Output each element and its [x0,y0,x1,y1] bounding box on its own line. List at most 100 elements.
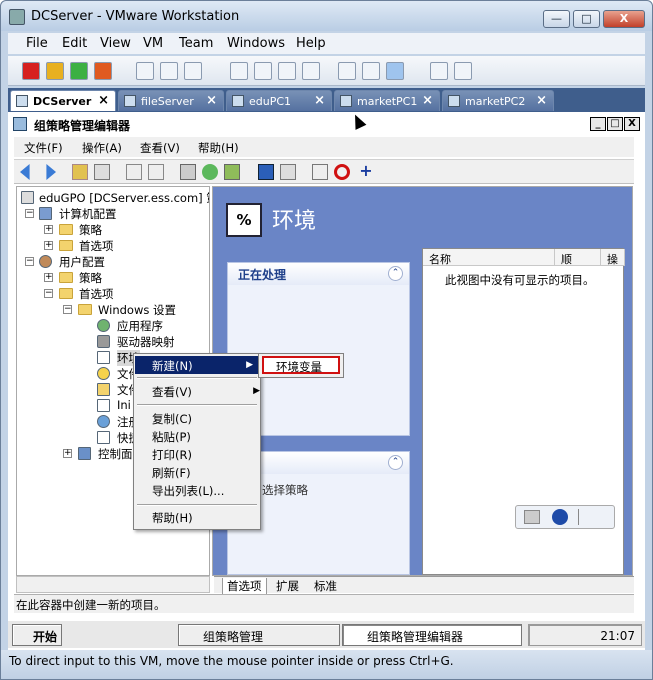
tab-extended[interactable]: 扩展 [276,578,299,594]
tab-standard[interactable]: 标准 [314,578,337,594]
reset-icon[interactable] [94,62,112,80]
up-folder-icon[interactable] [72,164,88,180]
menu-item-paste[interactable]: 粘贴(P) [152,429,191,445]
delete-icon[interactable] [334,164,350,180]
forward-icon[interactable] [46,164,56,180]
snapshot-icon[interactable] [136,62,154,80]
print-icon[interactable] [180,164,196,180]
menu-help[interactable]: Help [296,36,326,51]
taskbar-gpm[interactable]: 组策略管理 [178,624,340,646]
mmc-menu-file[interactable]: 文件(F) [24,140,63,156]
help-circle-icon[interactable] [552,509,568,525]
tree-root[interactable]: eduGPO [DCServer.ess.com] 策 [39,190,209,206]
suspend-icon[interactable] [46,62,64,80]
mmc-minimize-button[interactable]: _ [590,117,606,131]
menu-item-copy[interactable]: 复制(C) [152,411,192,427]
column-action[interactable]: 操 [601,249,625,266]
close-button[interactable]: X [603,10,645,28]
menu-item-help[interactable]: 帮助(H) [152,510,193,526]
tab-dcserver[interactable]: DCServer × [10,90,116,111]
column-order[interactable]: 顺 [555,249,601,266]
collapse-toggle[interactable]: − [63,305,72,314]
menu-item-export[interactable]: 导出列表(L)... [152,483,224,499]
menu-item-refresh[interactable]: 刷新(F) [152,465,191,481]
tab-edupc1[interactable]: eduPC1 × [226,90,332,111]
collapse-up-icon[interactable]: ⌃ [388,266,403,281]
collapse-toggle[interactable]: − [44,289,53,298]
tree-windows-settings[interactable]: Windows 设置 [98,302,176,318]
back-icon[interactable] [20,164,30,180]
menu-item-environment-variable[interactable]: 环境变量 [262,356,340,374]
keyboard-icon[interactable] [524,510,540,524]
new-item-icon[interactable] [312,164,328,180]
copy-icon[interactable] [126,164,142,180]
column-name[interactable]: 名称 [423,249,555,266]
team-icon[interactable] [430,62,448,80]
items-list[interactable]: 名称 顺 操 [422,248,625,575]
expand-toggle[interactable]: + [44,225,53,234]
tab-preferences[interactable]: 首选项 [222,578,267,595]
menu-view[interactable]: View [100,36,131,51]
mmc-menu-action[interactable]: 操作(A) [82,140,122,156]
close-tab-icon[interactable]: × [98,93,109,108]
menu-item-new[interactable]: 新建(N) ▶ [135,356,259,374]
tree-applications[interactable]: 应用程序 [117,318,163,334]
start-button[interactable]: 开始 [12,624,62,646]
menu-vm[interactable]: VM [143,36,163,51]
tree-user-policies[interactable]: 策略 [79,270,102,286]
summary-icon[interactable] [338,62,356,80]
tree-ini-files[interactable]: Ini [117,398,131,412]
title-bar[interactable]: DCServer - VMware Workstation — □ X [1,1,652,31]
tab-fileserver[interactable]: fileServer × [118,90,224,111]
expand-toggle[interactable]: + [44,241,53,250]
tree-user-preferences[interactable]: 首选项 [79,286,114,302]
menu-windows[interactable]: Windows [227,36,285,51]
help-icon[interactable] [258,164,274,180]
close-tab-icon[interactable]: × [314,93,325,108]
menu-team[interactable]: Team [179,36,213,51]
full-screen-icon[interactable] [254,62,272,80]
show-sidebar-icon[interactable] [230,62,248,80]
refresh-icon[interactable] [202,164,218,180]
tree-drive-maps[interactable]: 驱动器映射 [117,334,175,350]
properties-icon[interactable] [280,164,296,180]
tree-horizontal-scrollbar[interactable] [16,576,210,593]
quick-switch-icon[interactable] [278,62,296,80]
menu-item-print[interactable]: 打印(R) [152,447,192,463]
tab-marketpc1[interactable]: marketPC1 × [334,90,440,111]
expand-toggle[interactable]: + [44,273,53,282]
menu-edit[interactable]: Edit [62,36,87,51]
tree-computer-preferences[interactable]: 首选项 [79,238,114,254]
settings-icon[interactable] [454,62,472,80]
console-icon[interactable] [362,62,380,80]
close-tab-icon[interactable]: × [536,93,547,108]
console-active-icon[interactable] [386,62,404,80]
paste-icon[interactable] [148,164,164,180]
mmc-menu-help[interactable]: 帮助(H) [198,140,239,156]
menu-item-view[interactable]: 查看(V) ▶ [152,384,260,400]
mmc-close-button[interactable]: X [624,117,640,131]
power-on-icon[interactable] [70,62,88,80]
maximize-button[interactable]: □ [573,10,600,28]
snapshot-manager-icon[interactable] [184,62,202,80]
export-icon[interactable] [224,164,240,180]
mmc-title-bar[interactable]: 组策略管理编辑器 _ □ X [8,115,640,134]
tree-control-panel[interactable]: 控制面 [98,446,133,462]
power-off-icon[interactable] [22,62,40,80]
dropdown-icon[interactable] [578,509,586,525]
tree-computer-config[interactable]: 计算机配置 [59,206,117,222]
collapse-up-icon[interactable]: ⌃ [388,455,403,470]
collapse-toggle[interactable]: − [25,257,34,266]
unity-icon[interactable] [302,62,320,80]
expand-toggle[interactable]: + [63,449,72,458]
taskbar-gpme[interactable]: 组策略管理编辑器 [342,624,522,646]
tree-computer-policies[interactable]: 策略 [79,222,102,238]
collapse-toggle[interactable]: − [25,209,34,218]
mmc-menu-view[interactable]: 查看(V) [140,140,180,156]
tab-marketpc2[interactable]: marketPC2 × [442,90,554,111]
revert-snapshot-icon[interactable] [160,62,178,80]
minimize-button[interactable]: — [543,10,570,28]
menu-file[interactable]: File [26,36,48,51]
mmc-maximize-button[interactable]: □ [607,117,623,131]
tree-user-config[interactable]: 用户配置 [59,254,105,270]
